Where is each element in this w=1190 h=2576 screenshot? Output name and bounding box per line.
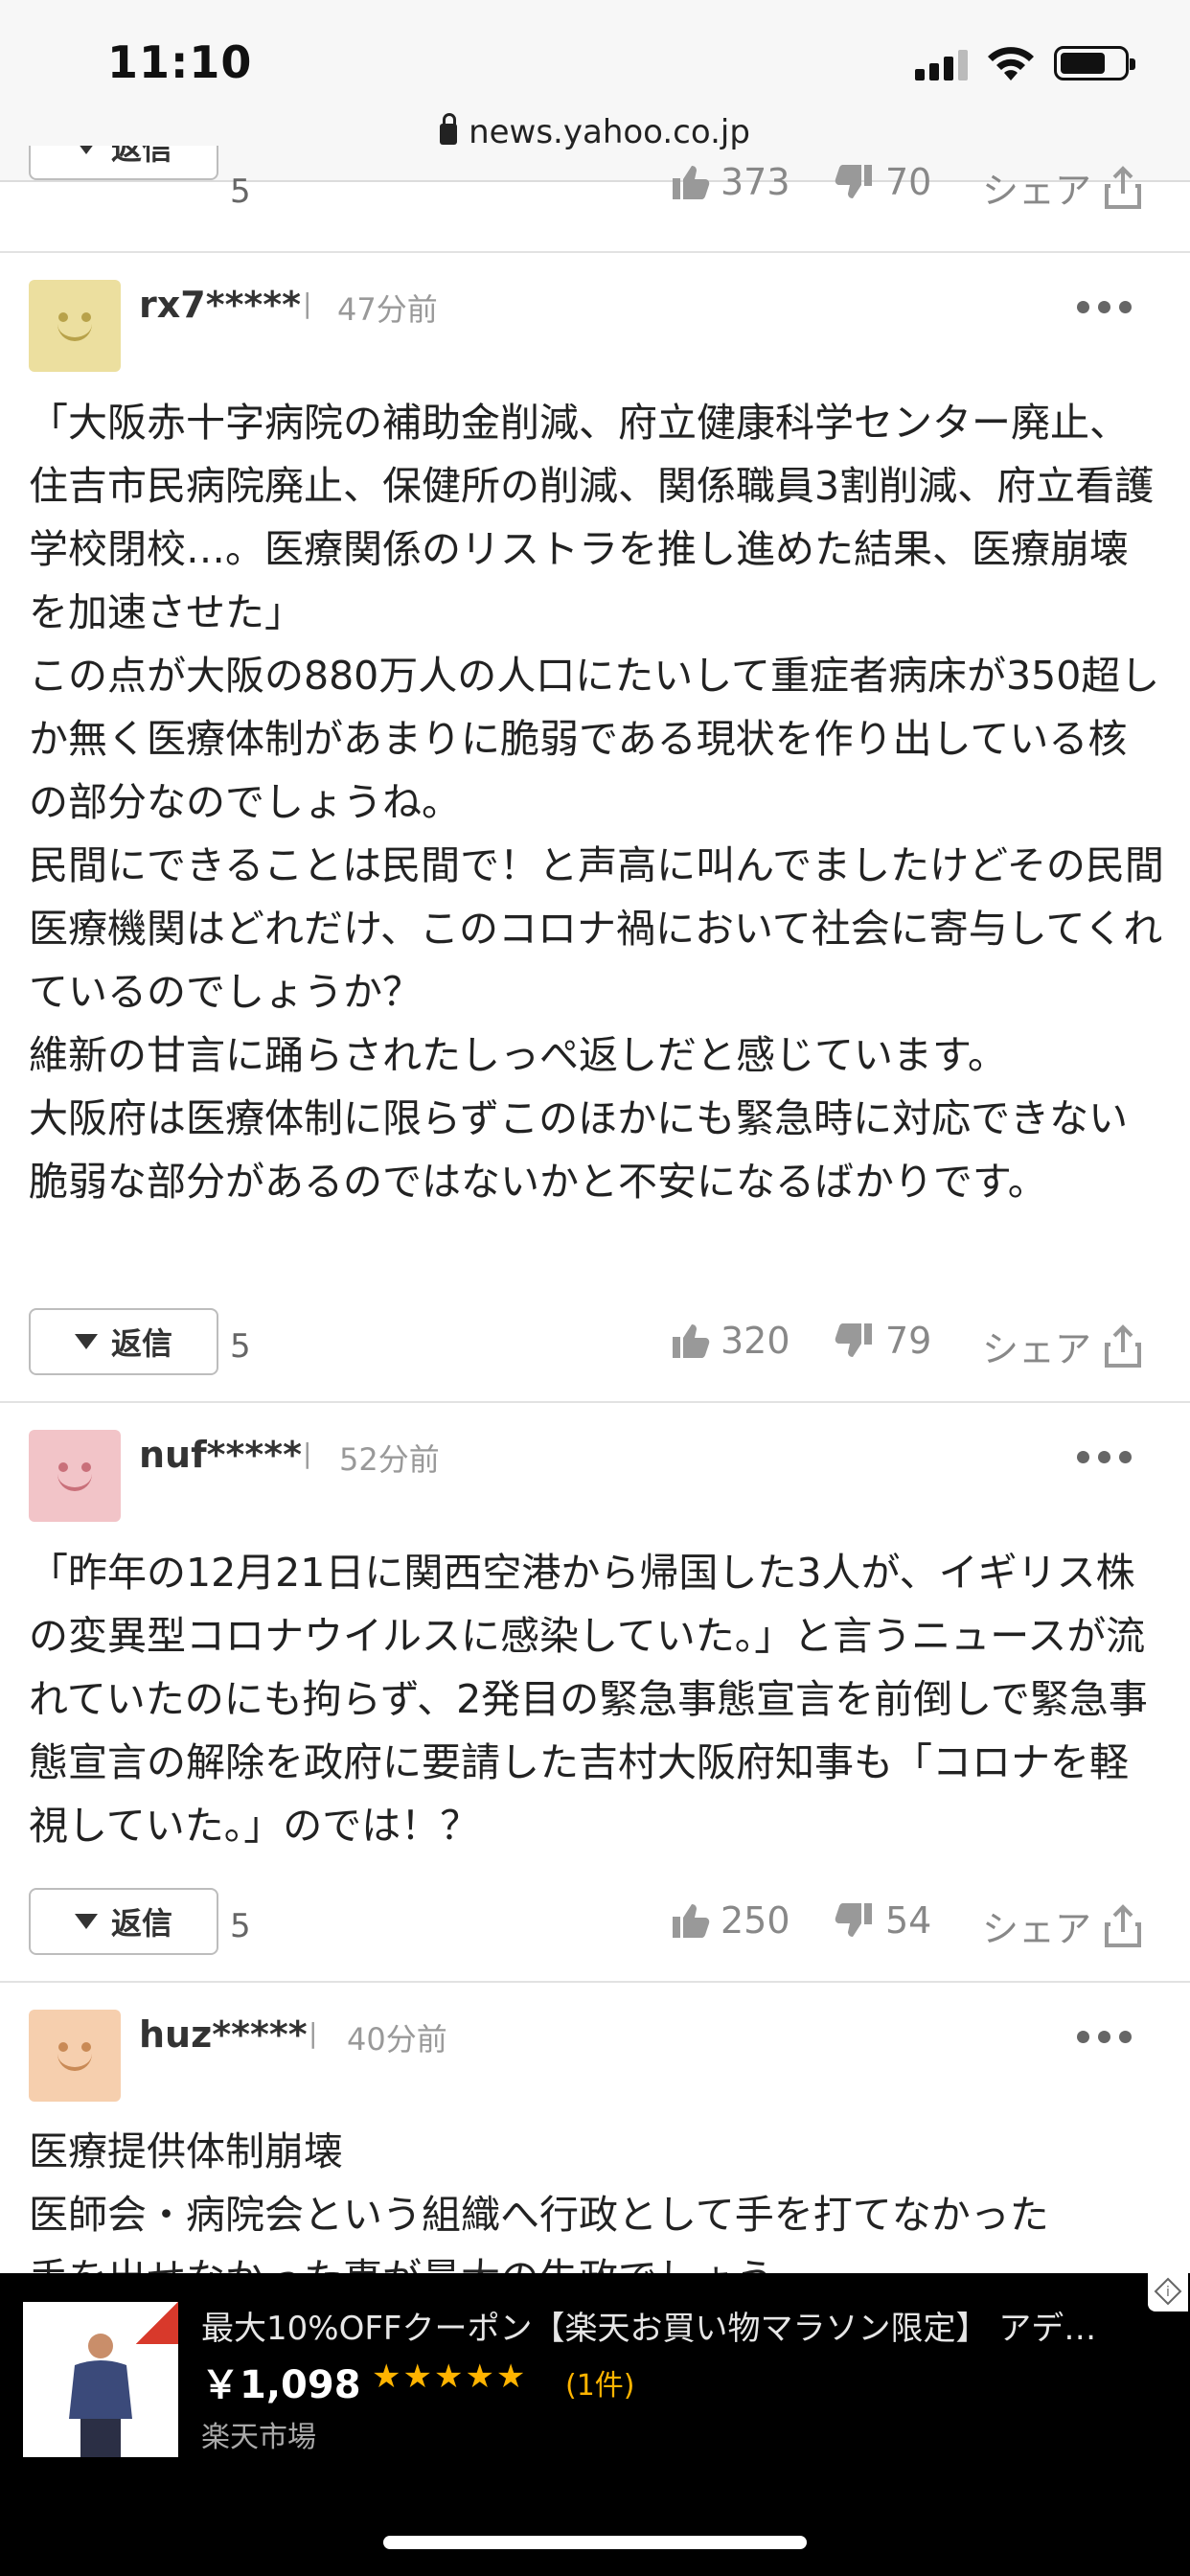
reply-count: 5 — [230, 172, 251, 211]
avatar[interactable] — [29, 280, 121, 372]
home-indicator[interactable] — [383, 2536, 807, 2549]
caret-down-icon — [74, 1914, 98, 1929]
caret-down-icon — [74, 146, 98, 154]
reply-button[interactable]: 返信 — [29, 1308, 218, 1375]
product-photo — [69, 2334, 132, 2457]
thumbs-up-icon — [669, 161, 711, 203]
battery-icon — [1054, 46, 1135, 80]
reply-button[interactable]: 返信 — [29, 146, 218, 180]
thumbs-down-icon — [834, 1320, 876, 1362]
share-button[interactable]: シェア — [982, 1899, 1143, 1952]
share-icon — [1105, 165, 1142, 209]
svg-text:i: i — [1166, 2285, 1170, 2300]
reply-count: 5 — [230, 1907, 251, 1945]
cellular-signal-icon — [915, 50, 969, 80]
more-options-icon[interactable] — [1077, 301, 1132, 313]
comment-time: 52分前 — [339, 1441, 440, 1478]
comment-time: 40分前 — [347, 2021, 447, 2058]
share-icon — [1105, 1323, 1142, 1368]
divider — [0, 1401, 1190, 1403]
separator: | — [309, 2017, 318, 2049]
avatar[interactable] — [29, 2010, 121, 2102]
thumbs-up-icon — [669, 1320, 711, 1362]
caret-down-icon — [74, 1334, 98, 1349]
dislike-button[interactable]: 79 — [834, 1320, 931, 1362]
dislike-button[interactable]: 54 — [834, 1899, 931, 1942]
thumbs-up-icon — [669, 1899, 711, 1942]
comment-username[interactable]: huz***** — [139, 2013, 308, 2056]
comment-body: 「昨年の12月21日に関西空港から帰国した3人が、イギリス株の変異型コロナウイル… — [29, 1550, 1148, 1849]
ad-product-image[interactable] — [23, 2302, 178, 2457]
more-options-icon[interactable] — [1077, 1451, 1132, 1463]
share-icon — [1105, 1903, 1142, 1947]
like-button[interactable]: 250 — [669, 1899, 790, 1942]
like-button[interactable]: 320 — [669, 1320, 790, 1362]
thumbs-down-icon — [834, 161, 876, 203]
lock-icon — [440, 113, 458, 145]
comment-username[interactable]: rx7***** — [139, 284, 301, 326]
reply-button[interactable]: 返信 — [29, 1888, 218, 1955]
ad-banner[interactable]: i 最大10%OFFクーポン【楽天お買い物マラソン限定】 アデ… ￥1,098 … — [0, 2271, 1190, 2576]
avatar[interactable] — [29, 1430, 121, 1522]
divider — [0, 251, 1190, 253]
more-options-icon[interactable] — [1077, 2031, 1132, 2043]
previous-comment-actions: 返信 5 373 70 シェア — [0, 146, 1190, 222]
rating-stars-icon: ★★★★★ — [372, 2358, 528, 2396]
status-time: 11:10 — [107, 36, 253, 88]
separator: | — [303, 1438, 312, 1469]
rating-count: (1件) — [565, 2369, 635, 2403]
ad-title: 最大10%OFFクーポン【楽天お買い物マラソン限定】 アデ… — [201, 2310, 1097, 2348]
ad-price: ￥1,098 — [201, 2363, 361, 2407]
wifi-icon — [988, 47, 1034, 80]
dislike-button[interactable]: 70 — [834, 161, 931, 203]
comment-actions: 返信 5 250 54 シェア — [0, 1878, 1190, 1965]
ad-store: 楽天市場 — [201, 2421, 316, 2454]
reply-count: 5 — [230, 1327, 251, 1366]
comment-body: 医療提供体制崩壊 医師会・病院会という組織へ行政として手を打てなかった 手を出せ… — [29, 2128, 1049, 2273]
like-button[interactable]: 373 — [669, 161, 790, 203]
comment-time: 47分前 — [337, 291, 438, 328]
comment-body: 「大阪赤十字病院の補助金削減、府立健康科学センター廃止、住吉市民病院廃止、保健所… — [29, 400, 1164, 1205]
ad-info-icon[interactable]: i — [1148, 2271, 1188, 2312]
share-button[interactable]: シェア — [982, 1320, 1143, 1372]
share-button[interactable]: シェア — [982, 161, 1143, 214]
comment-username[interactable]: nuf***** — [139, 1434, 302, 1476]
comment-actions: 返信 5 320 79 シェア — [0, 1299, 1190, 1385]
separator: | — [303, 288, 312, 319]
thumbs-down-icon — [834, 1899, 876, 1942]
divider — [0, 1981, 1190, 1983]
